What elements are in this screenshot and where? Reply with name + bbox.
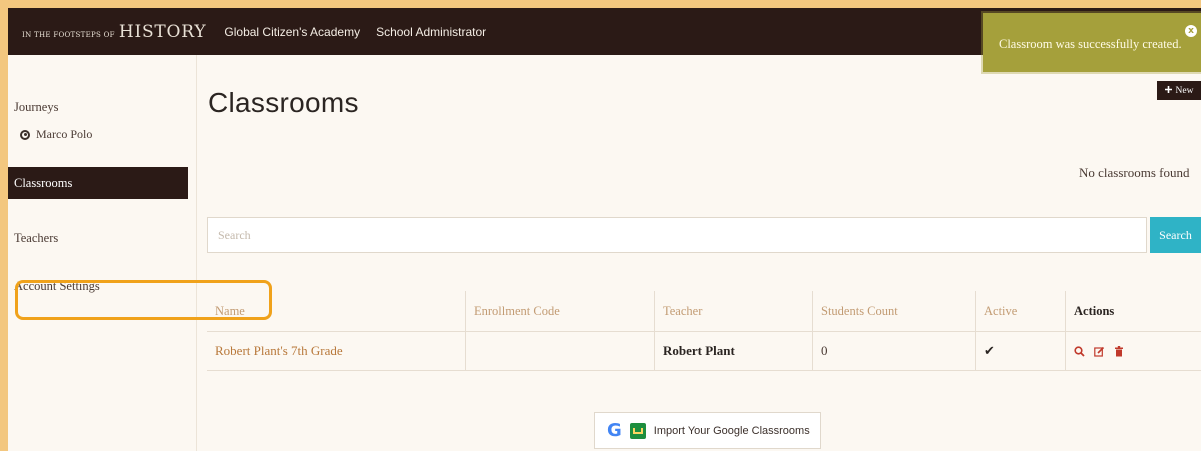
sidebar-item-account-settings[interactable]: Account Settings <box>14 279 100 294</box>
google-classroom-icon <box>629 422 646 439</box>
actions-cell <box>1065 332 1201 370</box>
brand-big-text: HISTORY <box>118 21 207 42</box>
toast-message: Classroom was successfully created. <box>999 37 1182 51</box>
nav-academy-link[interactable]: Global Citizen's Academy <box>224 25 360 39</box>
sidebar-item-journeys[interactable]: Journeys <box>14 100 58 115</box>
table-header-row: Name Enrollment Code Teacher Students Co… <box>207 291 1201 332</box>
brand-logo[interactable]: In The Footsteps Of HISTORY <box>22 22 206 42</box>
import-button-label: Import Your Google Classrooms <box>653 424 810 437</box>
sidebar-item-marco-polo[interactable]: Marco Polo <box>20 127 92 142</box>
column-header-enrollment-code[interactable]: Enrollment Code <box>465 291 654 331</box>
close-icon[interactable]: x <box>1185 25 1197 37</box>
main-content: Classrooms New No classrooms found Searc… <box>197 55 1201 451</box>
import-google-classrooms-button[interactable]: G Import Your Google Classrooms <box>594 412 821 449</box>
search-icon[interactable] <box>1074 345 1085 357</box>
brand-small-text: In The Footsteps Of <box>22 30 115 39</box>
active-cell: ✔ <box>975 332 1065 370</box>
column-header-name[interactable]: Name <box>207 291 465 331</box>
google-icon: G <box>607 420 622 441</box>
edit-icon[interactable] <box>1094 346 1105 357</box>
column-header-actions: Actions <box>1065 291 1201 331</box>
nav-role-link[interactable]: School Administrator <box>376 25 486 39</box>
checkmark-icon: ✔ <box>984 343 995 358</box>
sidebar-item-classrooms[interactable]: Classrooms <box>8 167 188 199</box>
column-header-students-count[interactable]: Students Count <box>812 291 975 331</box>
search-button[interactable]: Search <box>1150 217 1201 253</box>
classrooms-table: Name Enrollment Code Teacher Students Co… <box>207 291 1201 371</box>
sidebar: Journeys Marco Polo Classrooms Teachers … <box>8 55 197 451</box>
enrollment-code-cell <box>465 332 654 370</box>
table-row: Robert Plant's 7th Grade Robert Plant 0 … <box>207 332 1201 371</box>
app-window: In The Footsteps Of HISTORY Global Citiz… <box>8 8 1201 451</box>
new-classroom-button[interactable]: New <box>1157 81 1201 100</box>
column-header-active[interactable]: Active <box>975 291 1065 331</box>
classroom-name-link[interactable]: Robert Plant's 7th Grade <box>207 332 465 370</box>
sidebar-item-label: Marco Polo <box>36 127 93 141</box>
plus-icon <box>1164 85 1172 96</box>
column-header-teacher[interactable]: Teacher <box>654 291 812 331</box>
search-input[interactable] <box>207 217 1147 253</box>
sidebar-item-teachers[interactable]: Teachers <box>14 231 58 246</box>
success-toast: Classroom was successfully created. x <box>983 13 1201 72</box>
new-button-label: New <box>1175 85 1194 96</box>
empty-state-message: No classrooms found <box>1079 165 1190 180</box>
top-nav: Global Citizen's Academy School Administ… <box>224 25 486 39</box>
teacher-cell: Robert Plant <box>654 332 812 370</box>
page-title: Classrooms <box>208 87 359 118</box>
compass-icon <box>20 129 30 140</box>
students-count-cell: 0 <box>812 332 975 370</box>
trash-icon[interactable] <box>1114 345 1124 357</box>
